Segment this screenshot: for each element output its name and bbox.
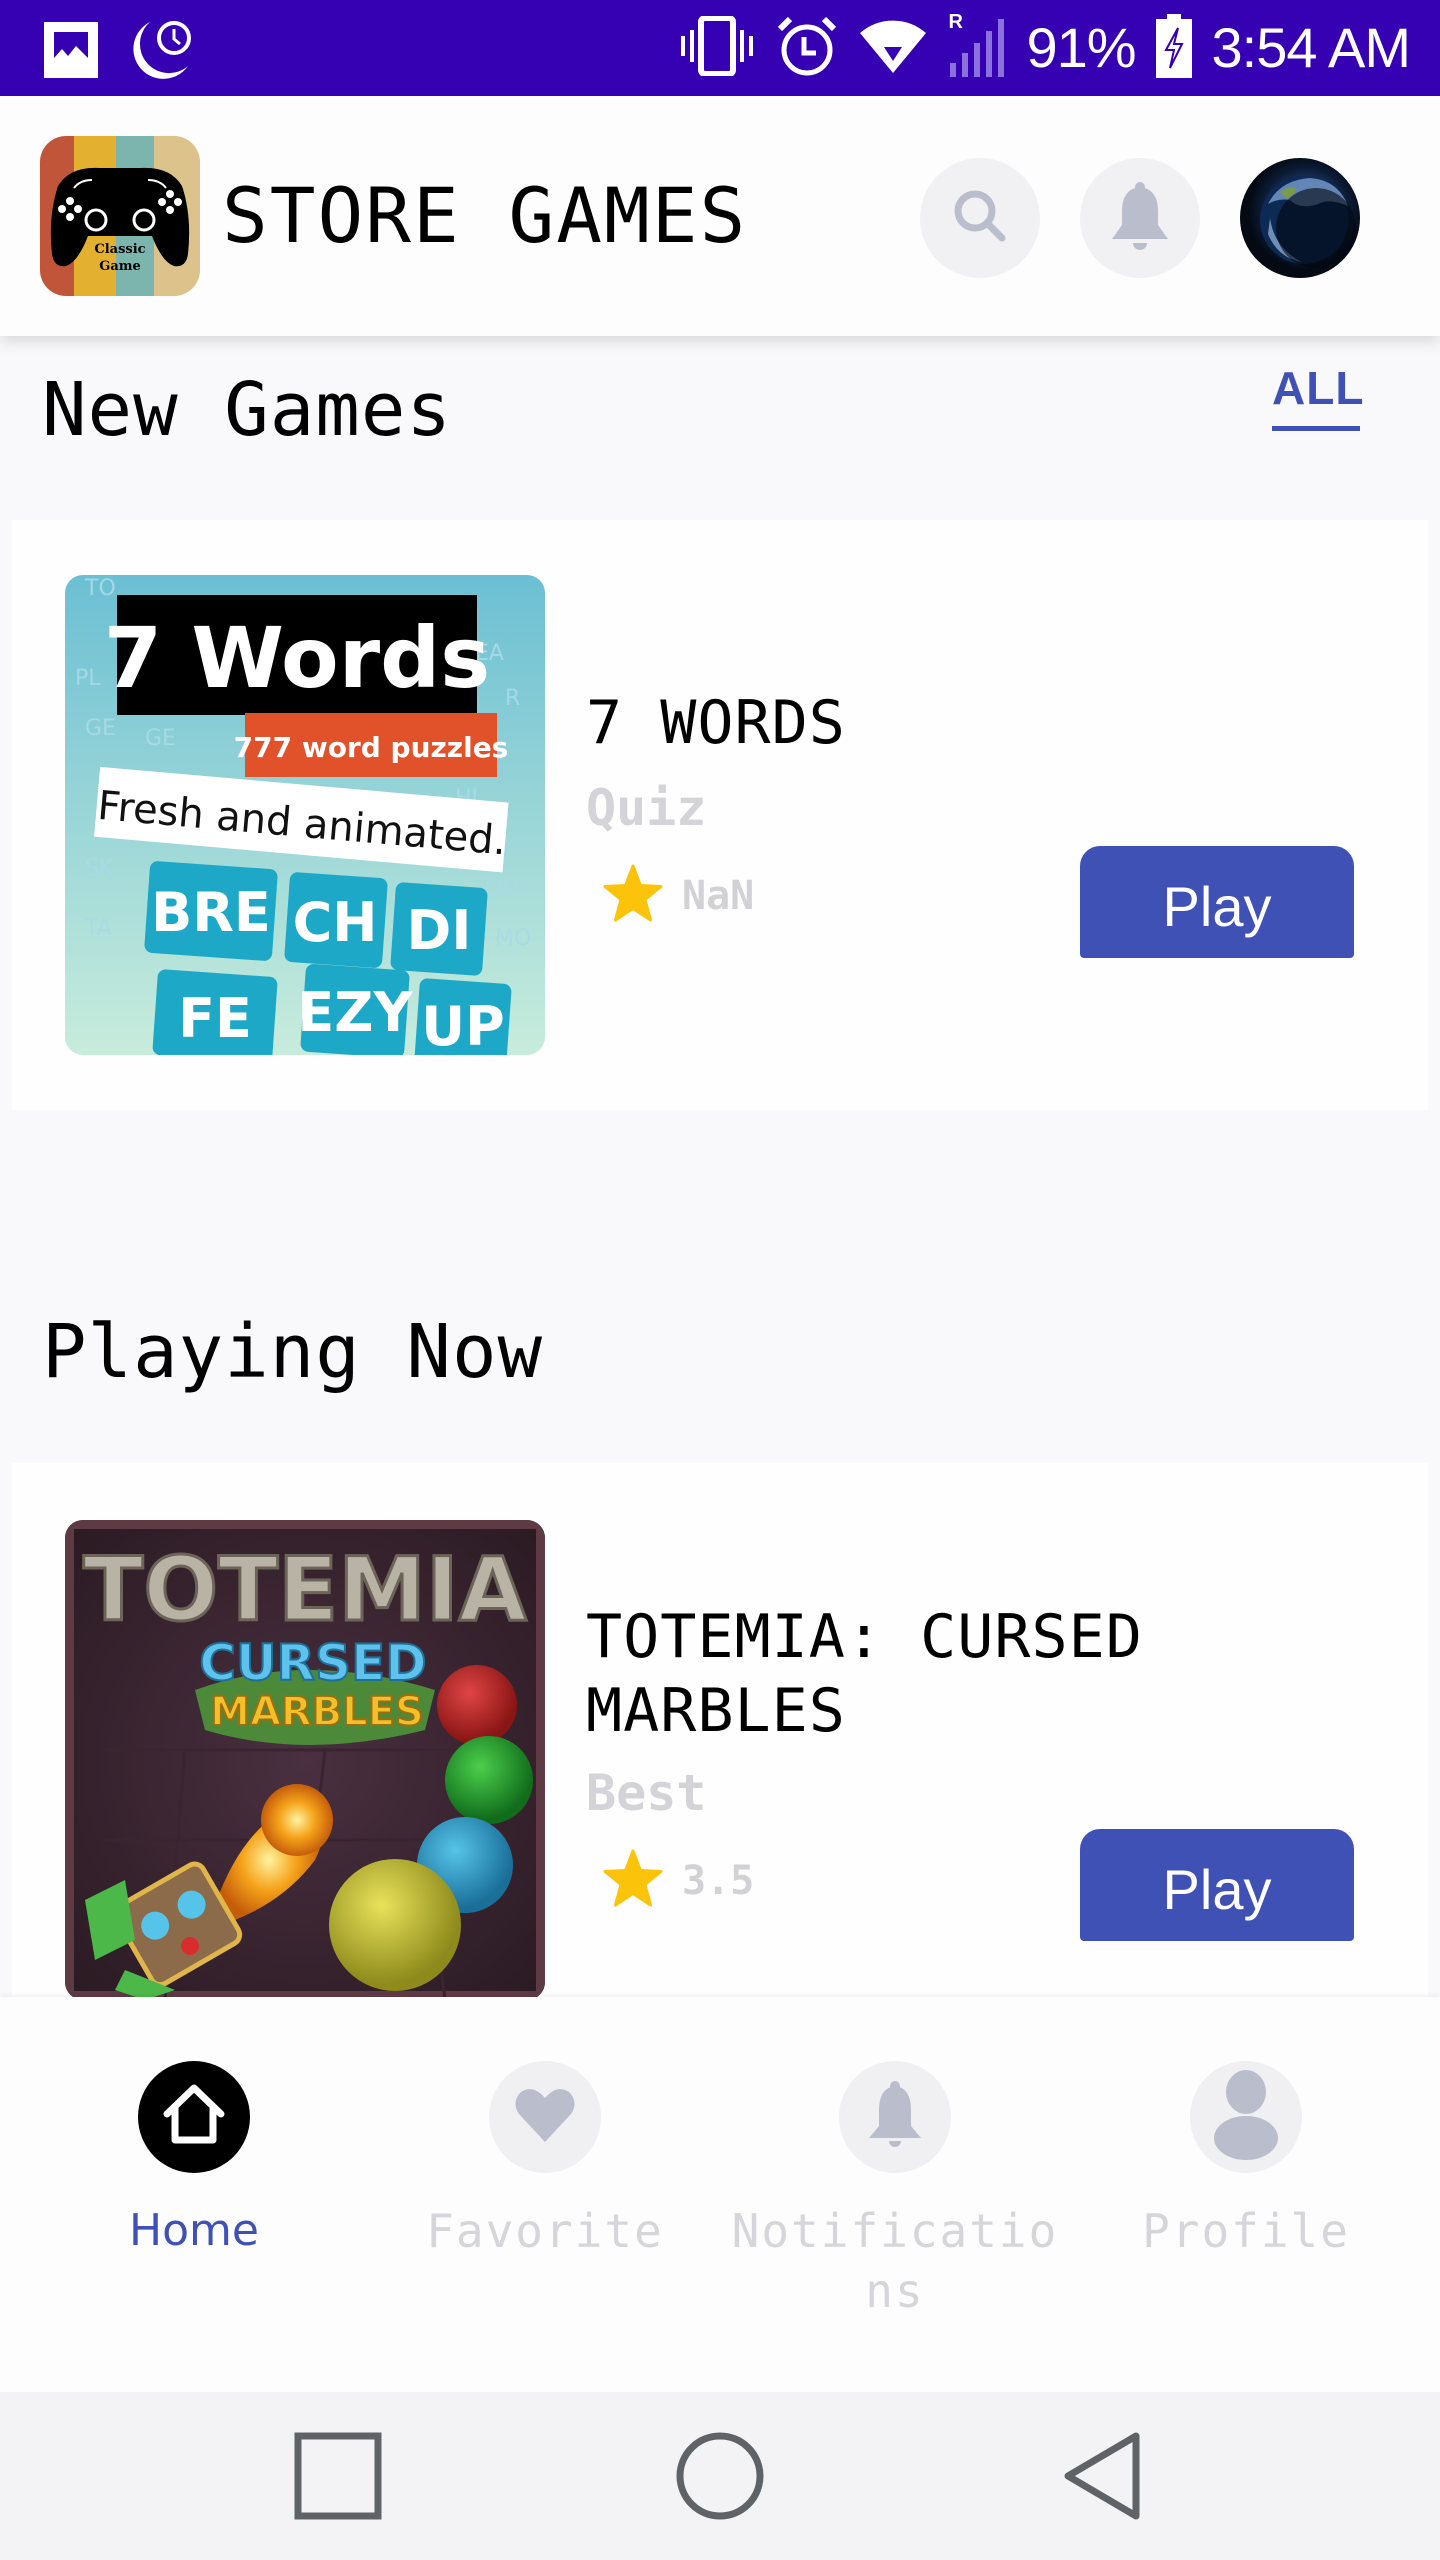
status-bar: R 91% 3:54 AM: [0, 0, 1440, 96]
bell-icon: [1108, 181, 1172, 255]
all-link[interactable]: ALL: [1272, 360, 1364, 416]
game-rating: 3.5: [602, 1849, 754, 1913]
wifi-icon: [858, 17, 928, 79]
thumb-subtitle: 777 word puzzles: [234, 731, 509, 764]
vibrate-icon: [678, 15, 756, 80]
thumb-title: TOTEMIA: [83, 1538, 526, 1641]
recents-icon: [293, 2431, 383, 2525]
svg-text:OU: OU: [485, 876, 518, 901]
search-button[interactable]: [920, 158, 1040, 278]
nav-label: Notifications: [731, 2204, 1059, 2318]
thumb-tile: DI: [407, 899, 472, 962]
star-icon: [602, 1849, 664, 1913]
svg-text:GE: GE: [145, 726, 176, 751]
game-thumbnail[interactable]: TOTEMIA CURSED MARBLES: [65, 1520, 545, 2000]
back-icon: [1060, 2430, 1144, 2526]
svg-text:TA: TA: [84, 916, 112, 941]
nav-item-profile[interactable]: Profile: [1066, 1997, 1426, 2392]
game-card[interactable]: TOPLGEGE EARHIOU SKTAMORU 7 Words 777 wo…: [12, 520, 1428, 1110]
nav-item-home[interactable]: Home: [14, 1997, 374, 2392]
bell-icon: [865, 2080, 925, 2154]
person-icon: [1214, 2070, 1278, 2164]
thumb-title: 7 Words: [104, 609, 491, 707]
all-link-underline: [1272, 426, 1360, 431]
notifications-button[interactable]: [1080, 158, 1200, 278]
game-name: 7 WORDS: [586, 688, 846, 758]
svg-text:MO: MO: [495, 926, 531, 951]
play-button[interactable]: Play: [1080, 1829, 1354, 1941]
rating-value: 3.5: [682, 1858, 755, 1904]
section-title-playing-now: Playing Now: [42, 1309, 544, 1395]
thumb-tile: CH: [293, 891, 378, 954]
app-header: Classic Game STORE GAMES: [0, 96, 1440, 336]
svg-text:SK: SK: [85, 856, 114, 881]
svg-text:R: R: [505, 686, 520, 711]
nav-label: Favorite: [426, 2204, 664, 2258]
do-not-disturb-schedule-icon: [128, 18, 192, 86]
svg-text:PL: PL: [75, 666, 101, 691]
nav-label: Home: [129, 2205, 259, 2256]
game-name: TOTEMIA: CURSED MARBLES: [586, 1602, 1143, 1746]
nav-item-favorite[interactable]: Favorite: [365, 1997, 725, 2392]
system-home-icon: [674, 2430, 766, 2526]
game-thumbnail[interactable]: TOPLGEGE EARHIOU SKTAMORU 7 Words 777 wo…: [65, 575, 545, 1055]
nav-notifications-circle: [839, 2061, 951, 2173]
user-avatar[interactable]: [1240, 158, 1360, 278]
nav-home-circle: [138, 2061, 250, 2173]
game-category: Best: [586, 1764, 707, 1822]
heart-icon: [513, 2086, 577, 2148]
battery-percent: 91%: [1026, 16, 1136, 79]
nav-label: Profile: [1142, 2204, 1350, 2258]
status-bar-left: [44, 18, 192, 86]
home-icon: [161, 2082, 227, 2152]
search-icon: [950, 186, 1010, 250]
thumb-tile: FE: [178, 987, 252, 1050]
nav-favorite-circle: [489, 2061, 601, 2173]
image-icon: [44, 22, 98, 82]
star-icon: [602, 864, 664, 928]
logo-text-line1: Classic: [94, 242, 145, 257]
thumb-subtitle-2: MARBLES: [210, 1689, 424, 1735]
thumb-tile: EZY: [297, 981, 413, 1044]
game-category: Quiz: [586, 779, 707, 837]
system-navigation-bar: [0, 2392, 1440, 2560]
recents-button[interactable]: [288, 2428, 388, 2528]
game-card[interactable]: TOTEMIA CURSED MARBLES TOTEMIA: CURSED M…: [12, 1463, 1428, 2003]
back-button[interactable]: [1052, 2428, 1152, 2528]
status-bar-right: R 91% 3:54 AM: [678, 11, 1411, 82]
thumb-tile: UP: [421, 995, 504, 1055]
earth-avatar-image: [1260, 176, 1356, 268]
thumb-subtitle-1: CURSED: [199, 1634, 426, 1692]
svg-text:TO: TO: [84, 576, 116, 601]
nav-item-notifications[interactable]: Notifications: [715, 1997, 1075, 2392]
system-home-button[interactable]: [670, 2428, 770, 2528]
section-title-new-games: New Games: [42, 367, 452, 453]
nav-profile-circle: [1190, 2061, 1302, 2173]
app-logo[interactable]: Classic Game: [40, 136, 200, 296]
thumb-tile: BRE: [151, 881, 271, 944]
svg-text:GE: GE: [85, 716, 116, 741]
status-time: 3:54 AM: [1211, 16, 1411, 79]
game-rating: NaN: [602, 864, 754, 928]
bottom-navigation: Home Favorite Notifications Profile: [0, 1997, 1440, 2392]
battery-charging-icon: [1155, 14, 1192, 82]
rating-value: NaN: [682, 873, 755, 919]
play-button[interactable]: Play: [1080, 846, 1354, 958]
alarm-icon: [776, 15, 838, 81]
roaming-signal-icon: R: [948, 11, 1006, 79]
logo-text-line2: Game: [99, 259, 141, 274]
app-title: STORE GAMES: [222, 171, 748, 260]
